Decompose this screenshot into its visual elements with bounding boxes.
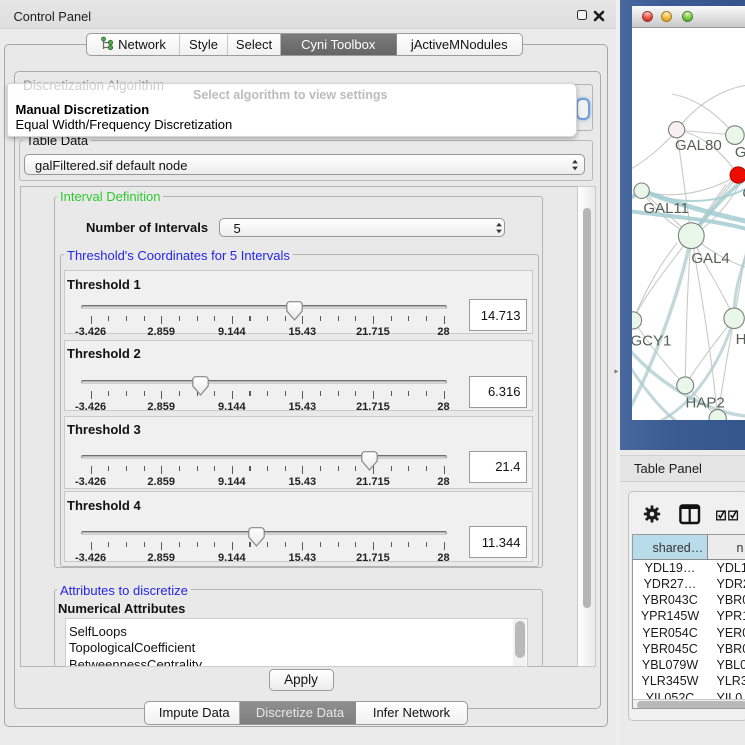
svg-text:GAL80: GAL80 — [675, 137, 722, 154]
svg-text:HAP2: HAP2 — [685, 394, 724, 411]
svg-text:H: H — [735, 331, 745, 348]
svg-text:GCY1: GCY1 — [632, 332, 671, 349]
svg-text:GAL4: GAL4 — [691, 250, 729, 267]
svg-text:GA: GA — [734, 144, 745, 161]
svg-text:GAL11: GAL11 — [643, 200, 689, 217]
